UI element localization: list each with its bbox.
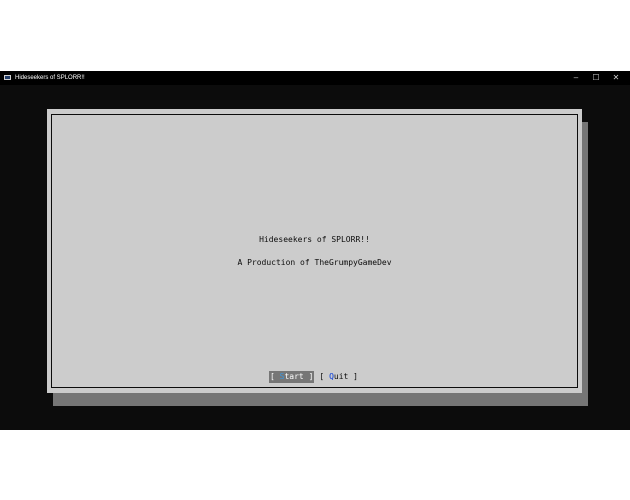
title-dialog: Hideseekers of SPLORR!! A Production of … — [47, 109, 582, 393]
quit-open-bracket: [ — [319, 372, 325, 381]
window-title: Hideseekers of SPLORR!! — [15, 75, 85, 81]
title-bar[interactable]: Hideseekers of SPLORR!! – ☐ ✕ — [0, 71, 630, 85]
quit-button[interactable]: [ Quit ] — [319, 371, 358, 383]
button-row: [ Start ] [ Quit ] — [269, 371, 358, 383]
minimize-button[interactable]: – — [566, 71, 586, 85]
quit-close-bracket: ] — [353, 372, 358, 381]
start-label: tart — [284, 372, 304, 381]
maximize-button[interactable]: ☐ — [586, 71, 606, 85]
dialog-border — [51, 114, 578, 388]
start-button[interactable]: [ Start ] — [269, 371, 315, 383]
close-button[interactable]: ✕ — [606, 71, 626, 85]
game-subtitle: A Production of TheGrumpyGameDev — [237, 258, 392, 267]
quit-label: uit — [333, 372, 349, 381]
start-open-bracket: [ — [270, 372, 275, 381]
console-app-icon — [4, 75, 11, 80]
game-title: Hideseekers of SPLORR!! — [259, 235, 370, 244]
start-close-bracket: ] — [308, 372, 314, 381]
